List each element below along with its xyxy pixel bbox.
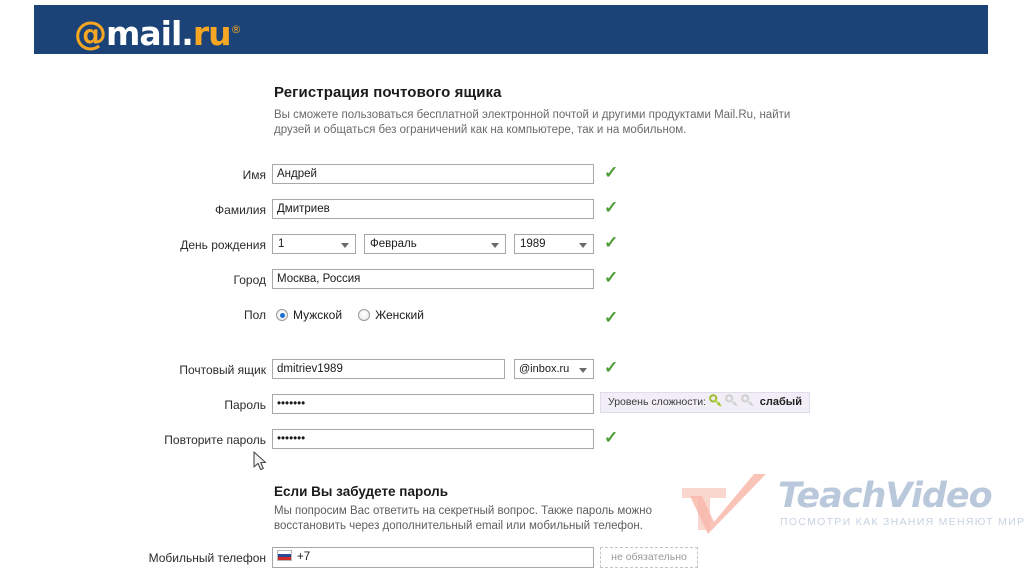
mailbox-domain-value: @inbox.ru — [519, 363, 570, 375]
gender-option-male[interactable]: Мужской — [276, 308, 358, 322]
first-name-input[interactable] — [272, 164, 594, 184]
birthday-day-select[interactable]: 1 — [272, 234, 356, 254]
birthday-month-value: Февраль — [370, 238, 417, 250]
password-input[interactable] — [272, 394, 594, 414]
label-password-repeat: Повторите пароль — [164, 433, 266, 447]
key-icon-filled — [709, 394, 722, 407]
phone-country-code: +7 — [297, 551, 311, 563]
mailbox-domain-select[interactable]: @inbox.ru — [514, 359, 594, 379]
birthday-valid-check-icon: ✓ — [604, 233, 619, 252]
logo-dot-glyph: . — [181, 14, 194, 53]
chevron-down-icon — [491, 243, 499, 248]
birthday-year-value: 1989 — [520, 238, 546, 250]
chevron-down-icon — [579, 368, 587, 373]
teachvideo-watermark: TeachVideo ПОСМОТРИ КАК ЗНАНИЯ МЕНЯЮТ МИ… — [668, 472, 1024, 538]
city-valid-check-icon: ✓ — [604, 268, 619, 287]
row-password: Пароль Уровень сложности: слабый — [0, 392, 1024, 418]
city-input[interactable] — [272, 269, 594, 289]
watermark-title: TeachVideo — [778, 476, 993, 516]
row-mailbox: Почтовый ящик @inbox.ru ✓ — [0, 358, 1024, 383]
gender-valid-check-icon: ✓ — [604, 308, 619, 327]
logo-at-glyph: @ — [74, 14, 107, 53]
key-icon-empty — [725, 394, 738, 407]
registered-trademark-icon: ® — [230, 23, 242, 36]
site-header-bar: @mail.ru® — [34, 5, 988, 54]
row-city: Город ✓ — [0, 268, 1024, 293]
mailbox-input[interactable] — [272, 359, 505, 379]
logo-mail-text: mail — [106, 14, 182, 53]
radio-female-icon[interactable] — [358, 309, 371, 321]
label-first-name: Имя — [242, 168, 266, 182]
last-name-input[interactable] — [272, 199, 594, 219]
label-city: Город — [233, 273, 266, 287]
label-phone: Мобильный телефон — [148, 551, 266, 565]
password-strength-level: слабый — [759, 396, 802, 408]
gender-male-label: Мужской — [293, 308, 343, 322]
forgot-password-text: Мы попросим Вас ответить на секретный во… — [274, 505, 652, 532]
forgot-password-title: Если Вы забудете пароль — [274, 484, 449, 499]
birthday-year-select[interactable]: 1989 — [514, 234, 594, 254]
mailru-logo[interactable]: @mail.ru® — [74, 13, 242, 53]
key-icon-empty — [740, 394, 754, 407]
page-subtitle: Вы сможете пользоваться бесплатной элект… — [274, 109, 791, 136]
gender-radio-group: Мужской Женский — [276, 304, 440, 326]
gender-option-female[interactable]: Женский — [358, 308, 440, 322]
first-name-valid-check-icon: ✓ — [604, 163, 619, 182]
row-birthday: День рождения 1 Февраль 1989 ✓ — [0, 233, 1024, 258]
password-strength-indicator: Уровень сложности: слабый — [600, 392, 810, 413]
gender-female-label: Женский — [375, 308, 424, 322]
row-first-name: Имя ✓ — [0, 163, 1024, 188]
label-password: Пароль — [224, 398, 266, 412]
radio-male-icon[interactable] — [276, 309, 288, 321]
chevron-down-icon — [579, 243, 587, 248]
row-gender: Пол Мужской Женский ✓ — [0, 304, 1024, 328]
chevron-down-icon — [341, 243, 349, 248]
row-password-repeat: Повторите пароль ✓ — [0, 428, 1024, 453]
mouse-cursor — [253, 451, 269, 473]
label-birthday: День рождения — [180, 238, 266, 252]
label-gender: Пол — [243, 308, 266, 322]
password-repeat-input[interactable] — [272, 429, 594, 449]
watermark-subtitle: ПОСМОТРИ КАК ЗНАНИЯ МЕНЯЮТ МИР — [780, 516, 1024, 528]
row-phone: Мобильный телефон +7 не обязательно — [0, 547, 1024, 571]
birthday-month-select[interactable]: Февраль — [364, 234, 506, 254]
label-mailbox: Почтовый ящик — [179, 363, 266, 377]
phone-input[interactable]: +7 — [272, 547, 594, 568]
phone-optional-hint: не обязательно — [600, 547, 698, 568]
last-name-valid-check-icon: ✓ — [604, 198, 619, 217]
password-strength-caption: Уровень сложности: — [608, 396, 707, 408]
page-title: Регистрация почтового ящика — [274, 84, 502, 101]
password-repeat-valid-check-icon: ✓ — [604, 428, 619, 447]
ru-flag-icon — [277, 550, 292, 561]
logo-ru-text: ru — [192, 14, 232, 53]
label-last-name: Фамилия — [215, 203, 266, 217]
birthday-day-value: 1 — [278, 238, 285, 250]
mailbox-valid-check-icon: ✓ — [604, 358, 619, 377]
row-last-name: Фамилия ✓ — [0, 198, 1024, 223]
